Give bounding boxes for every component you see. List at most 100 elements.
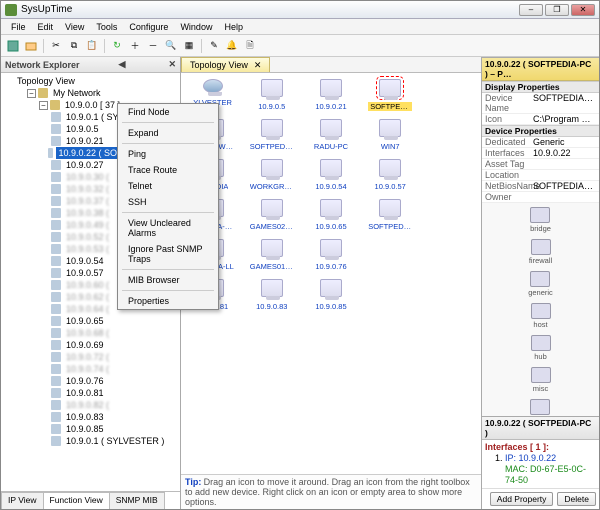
toolbar-zoomout-icon[interactable]: － [145,38,161,54]
toolbar-grid-icon[interactable]: ▦ [181,38,197,54]
ctx-find-node[interactable]: Find Node [118,104,218,120]
topology-node-label: GAMES02-PC [250,222,294,231]
toolbar-bell-icon[interactable]: 🔔 [224,38,240,54]
pin-icon[interactable]: ◀ [119,59,126,70]
toolbar-copy-icon[interactable]: ⧉ [66,38,82,54]
tree-node[interactable]: 10.9.0.65 [41,315,178,327]
menu-configure[interactable]: Configure [123,21,174,33]
palette-hub[interactable]: hub [531,335,551,361]
ctx-ssh[interactable]: SSH [118,194,218,210]
palette-bridge[interactable]: bridge [530,207,551,233]
topology-node[interactable]: 10.9.0.65 [303,199,358,231]
close-button[interactable]: ✕ [571,4,595,16]
minimize-button[interactable]: – [519,4,543,16]
palette-host[interactable]: host [531,303,551,329]
topology-node[interactable]: WIN7 [363,119,418,151]
maximize-button[interactable]: ❐ [545,4,569,16]
tree-node[interactable]: 10.9.0.83 [41,411,178,423]
left-tab-ipview[interactable]: IP View [1,492,44,509]
property-row[interactable]: Owner [482,192,599,203]
menu-tools[interactable]: Tools [90,21,123,33]
topology-node[interactable]: SOFTPEDIA-CLI [363,199,418,231]
topology-node[interactable]: 10.9.0.5 [244,79,299,111]
topology-node[interactable]: SOFTPEDIA-PC [363,79,418,111]
ctx-ping[interactable]: Ping [118,146,218,162]
topology-node-label: RADU-PC [314,142,348,151]
ctx-expand[interactable]: Expand [118,125,218,141]
tree-node[interactable]: 10.9.0.74 ( [41,363,178,375]
toolbar-cut-icon[interactable]: ✂ [48,38,64,54]
right-pane: 10.9.0.22 ( SOFTPEDIA-PC ) – P… Display … [482,57,599,509]
left-tab-functionview[interactable]: Function View [43,492,110,509]
ctx-trace-route[interactable]: Trace Route [118,162,218,178]
topology-node[interactable]: 10.9.0.76 [303,239,358,271]
topology-node[interactable]: SOFTPEDIA-232 [244,119,299,151]
topology-node-label: 10.9.0.5 [258,102,285,111]
property-row[interactable]: NetBiosNameSOFTPEDIA-PC [482,181,599,192]
tree-node[interactable]: 10.9.0.1 ( SYLVESTER ) [41,435,178,447]
ctx-view-uncleared-alarms[interactable]: View Uncleared Alarms [118,215,218,241]
topology-node[interactable]: 10.9.0.21 [303,79,358,111]
add-property-button[interactable]: Add Property [490,492,554,506]
menu-help[interactable]: Help [218,21,249,33]
display-props-section: Display Properties [482,81,599,93]
palette-firewall[interactable]: firewall [529,239,552,265]
property-row[interactable]: DedicatedGeneric [482,137,599,148]
left-tab-snmpmib[interactable]: SNMP MIB [109,492,165,509]
property-row[interactable]: Asset Tag [482,159,599,170]
topology-node-label: SOFTPEDIA-CLI [368,222,412,231]
menu-view[interactable]: View [59,21,90,33]
tree-node[interactable]: 10.9.0.72 ( [41,351,178,363]
pane-header: Network Explorer ◀ ✕ [1,57,180,73]
menu-window[interactable]: Window [174,21,218,33]
property-row[interactable]: Interfaces10.9.0.22 [482,148,599,159]
tree-node[interactable]: 10.9.0.82 ( [41,399,178,411]
delete-button[interactable]: Delete [557,492,596,506]
tab-close-icon[interactable]: ✕ [254,60,262,71]
topology-node[interactable]: 10.9.0.83 [244,279,299,311]
tab-topology-view[interactable]: Topology View✕ [181,57,270,72]
computer-icon [320,159,342,177]
tree-node[interactable]: 10.9.0.76 [41,375,178,387]
pane-close-icon[interactable]: ✕ [168,59,176,70]
toolbar-search-icon[interactable]: 🔍 [163,38,179,54]
menu-edit[interactable]: Edit [32,21,60,33]
tree-node[interactable]: 10.9.0.81 [41,387,178,399]
toolbar-refresh-icon[interactable]: ↻ [109,38,125,54]
toolbar-zoomin-icon[interactable]: ＋ [127,38,143,54]
ctx-ignore-past-snmp-traps[interactable]: Ignore Past SNMP Traps [118,241,218,267]
toolbar-save-icon[interactable] [5,38,21,54]
property-row[interactable]: Location [482,170,599,181]
computer-icon [320,199,342,217]
palette-printer[interactable]: printer [530,399,551,416]
toolbar-edit-icon[interactable]: ✎ [206,38,222,54]
topology-node[interactable]: 10.9.0.54 [303,159,358,191]
computer-icon [261,79,283,97]
app-window: SysUpTime – ❐ ✕ File Edit View Tools Con… [0,0,600,510]
tree-node[interactable]: 10.9.0.68 ( [41,327,178,339]
titlebar: SysUpTime – ❐ ✕ [1,1,599,19]
topology-pane: Topology View✕ YLVESTER10.9.0.510.9.0.21… [181,57,482,509]
topology-node[interactable]: WORKGROUP [244,159,299,191]
topology-node[interactable]: 10.9.0.57 [363,159,418,191]
topology-node[interactable]: 10.9.0.85 [303,279,358,311]
palette-misc[interactable]: misc [531,367,551,393]
property-row[interactable]: IconC:\Program Files (… [482,114,599,125]
tree-root[interactable]: –My Network [17,87,178,99]
tree-node[interactable]: 10.9.0.85 [41,423,178,435]
ctx-properties[interactable]: Properties [118,293,218,309]
property-row[interactable]: Device NameSOFTPEDIA-PC [482,93,599,114]
toolbar-open-icon[interactable] [23,38,39,54]
toolbar-doc-icon[interactable]: 🗎 [242,38,258,54]
ctx-telnet[interactable]: Telnet [118,178,218,194]
ctx-mib-browser[interactable]: MIB Browser [118,272,218,288]
topology-canvas[interactable]: YLVESTER10.9.0.510.9.0.21SOFTPEDIA-PCEDI… [181,73,481,474]
topology-node[interactable]: RADU-PC [303,119,358,151]
toolbar-paste-icon[interactable]: 📋 [84,38,100,54]
firewall-icon [531,239,551,255]
palette-generic[interactable]: generic [528,271,553,297]
topology-node[interactable]: GAMES01-PC [244,239,299,271]
tree-node[interactable]: 10.9.0.69 [41,339,178,351]
topology-node[interactable]: GAMES02-PC [244,199,299,231]
menu-file[interactable]: File [5,21,32,33]
